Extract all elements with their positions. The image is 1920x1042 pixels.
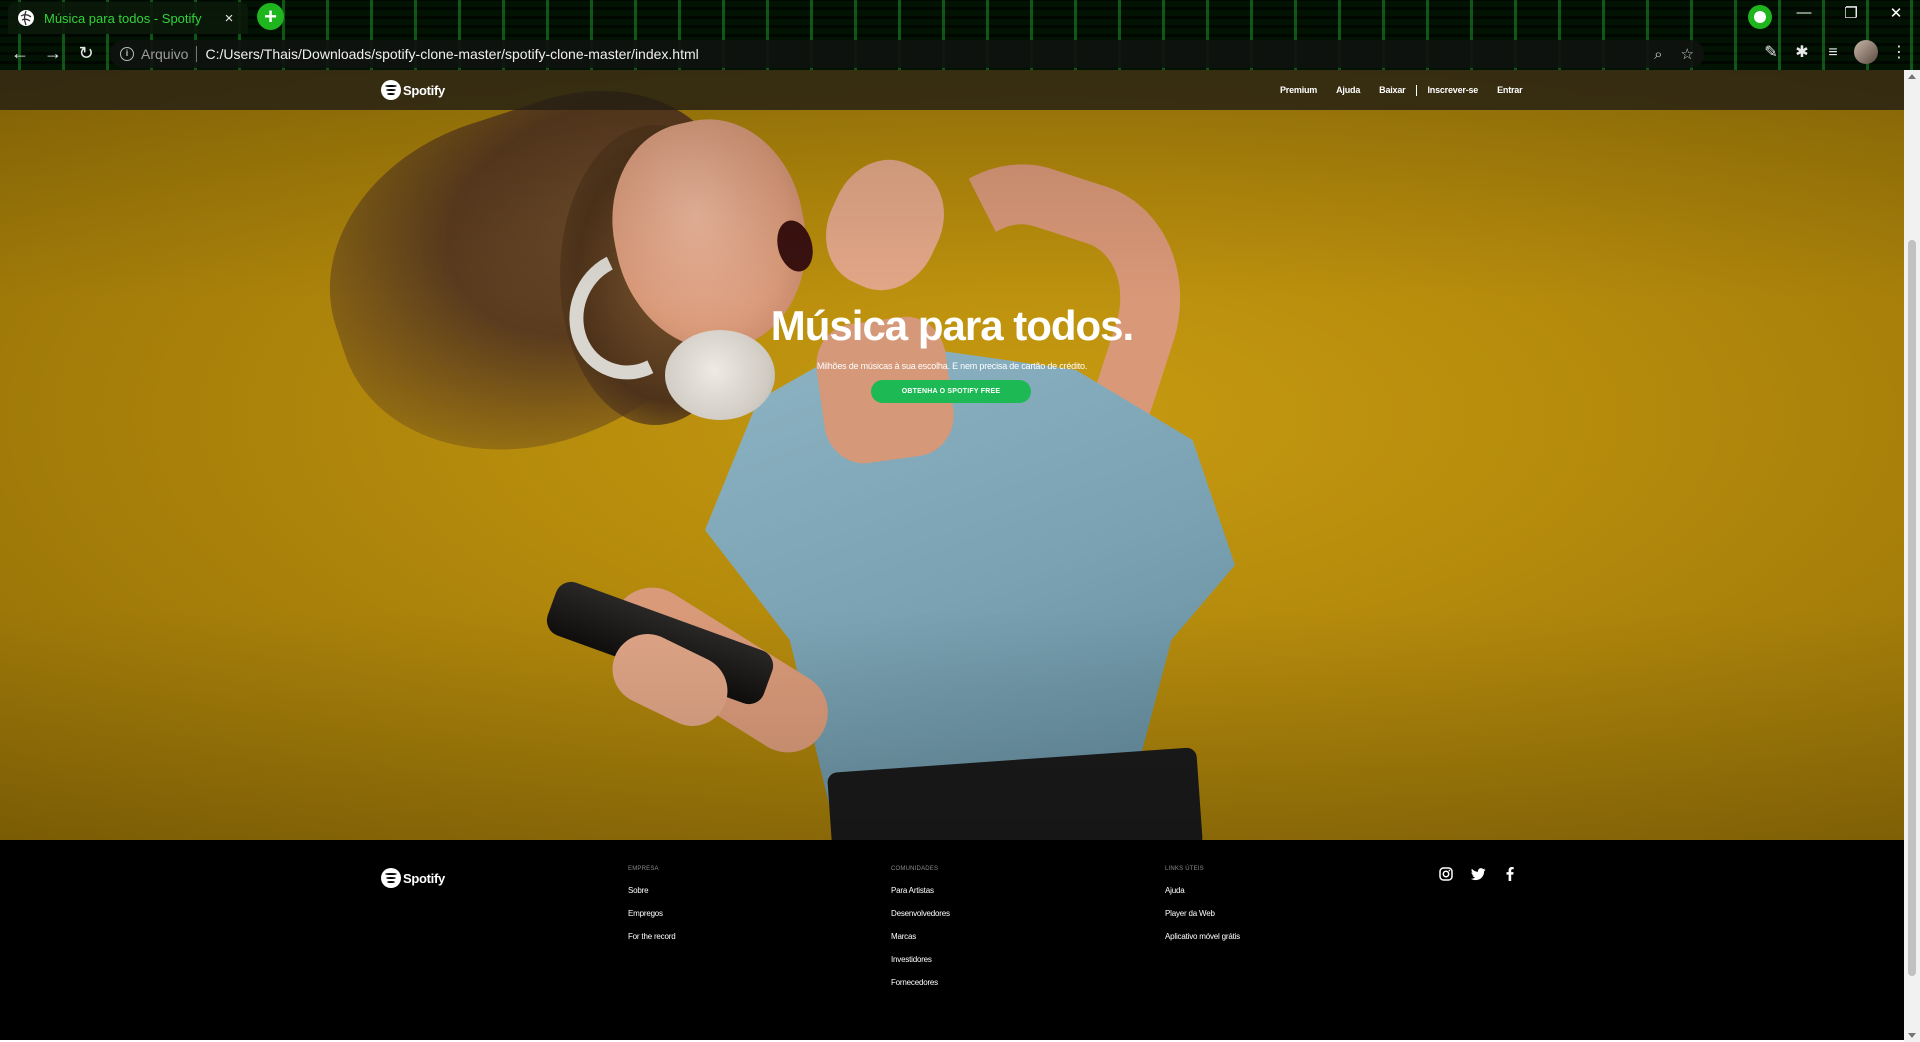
- hero-overlay: [0, 70, 1904, 840]
- forward-arrow-icon[interactable]: →: [41, 42, 65, 66]
- nav-divider: [1416, 84, 1418, 96]
- page-scrollbar[interactable]: [1904, 70, 1920, 1042]
- footer-link-fornecedores[interactable]: Fornecedores: [891, 978, 950, 987]
- footer-link-investidores[interactable]: Investidores: [891, 955, 950, 964]
- profile-avatar[interactable]: [1854, 40, 1878, 64]
- get-spotify-free-button[interactable]: OBTENHA O SPOTIFY FREE: [871, 380, 1031, 403]
- social-links: [1438, 866, 1534, 882]
- info-icon[interactable]: i: [120, 47, 134, 61]
- tab-close-icon[interactable]: ×: [220, 10, 238, 27]
- footer-link-for-the-record[interactable]: For the record: [628, 932, 676, 941]
- nav-baixar[interactable]: Baixar: [1379, 85, 1406, 95]
- nav-ajuda[interactable]: Ajuda: [1336, 85, 1360, 95]
- zoom-icon[interactable]: ⌕: [1654, 46, 1662, 63]
- minimize-button[interactable]: —: [1784, 4, 1824, 21]
- bookmark-star-icon[interactable]: ☆: [1681, 45, 1694, 63]
- nav-inscrever[interactable]: Inscrever-se: [1427, 85, 1478, 95]
- footer-link-empregos[interactable]: Empregos: [628, 909, 675, 918]
- back-arrow-icon[interactable]: ←: [8, 42, 32, 66]
- scroll-down-arrow-icon[interactable]: [1908, 1033, 1916, 1038]
- menu-kebab-icon[interactable]: ⋮: [1888, 42, 1910, 64]
- address-bar[interactable]: i Arquivo C:/Users/Thais/Downloads/spoti…: [110, 40, 1704, 68]
- footer-link-para-artistas[interactable]: Para Artistas: [891, 886, 950, 895]
- spotify-logo[interactable]: Spotify: [381, 80, 445, 100]
- address-scheme: Arquivo: [141, 46, 189, 62]
- new-tab-button[interactable]: +: [257, 3, 284, 30]
- site-navbar: Spotify Premium Ajuda Baixar Inscrever-s…: [0, 70, 1904, 110]
- globe-icon: [18, 10, 34, 26]
- site-footer: Spotify EMPRESA Sobre Empregos For the r…: [0, 840, 1904, 1042]
- footer-link-desenvolvedores[interactable]: Desenvolvedores: [891, 909, 950, 918]
- browser-chrome: Música para todos - Spotify × + — ❐ ✕ ← …: [0, 0, 1920, 70]
- facebook-icon[interactable]: [1502, 866, 1518, 882]
- scroll-up-arrow-icon[interactable]: [1908, 74, 1916, 79]
- hero-section: Spotify Premium Ajuda Baixar Inscrever-s…: [0, 70, 1904, 840]
- close-window-button[interactable]: ✕: [1876, 4, 1916, 22]
- browser-tab[interactable]: Música para todos - Spotify ×: [8, 2, 248, 34]
- footer-link-marcas[interactable]: Marcas: [891, 932, 950, 941]
- footer-logo-text: Spotify: [403, 870, 445, 886]
- spotify-icon: [381, 80, 401, 100]
- address-url[interactable]: C:/Users/Thais/Downloads/spotify-clone-m…: [205, 46, 1636, 62]
- tab-strip: Música para todos - Spotify × + — ❐ ✕: [0, 0, 1920, 34]
- footer-link-sobre[interactable]: Sobre: [628, 886, 675, 895]
- address-separator: [196, 46, 198, 62]
- hero-title: Música para todos.: [770, 302, 1134, 349]
- logo-text: Spotify: [403, 82, 445, 98]
- footer-heading: COMUNIDADES: [891, 866, 939, 872]
- footer-column-comunidades: COMUNIDADES Para Artistas Desenvolvedore…: [891, 866, 950, 1001]
- footer-link-aplicativo[interactable]: Aplicativo móvel grátis: [1165, 932, 1240, 941]
- reload-icon[interactable]: ↻: [74, 42, 98, 66]
- tab-title: Música para todos - Spotify: [44, 10, 202, 26]
- page-viewport: Spotify Premium Ajuda Baixar Inscrever-s…: [0, 70, 1904, 1042]
- nav-premium[interactable]: Premium: [1280, 85, 1317, 95]
- nav-links: Premium Ajuda Baixar Inscrever-se Entrar: [1280, 70, 1541, 110]
- puzzle-icon[interactable]: ✱: [1791, 42, 1813, 64]
- restore-button[interactable]: ❐: [1831, 4, 1871, 22]
- media-queue-icon[interactable]: ≡: [1822, 42, 1844, 64]
- footer-heading: LINKS ÚTEIS: [1165, 866, 1204, 872]
- footer-heading: EMPRESA: [628, 866, 659, 872]
- nav-entrar[interactable]: Entrar: [1497, 85, 1523, 95]
- extension-pen-icon[interactable]: ✎: [1760, 42, 1782, 64]
- footer-column-empresa: EMPRESA Sobre Empregos For the record: [628, 866, 676, 955]
- extension-badge-icon[interactable]: [1748, 5, 1772, 29]
- spotify-icon: [381, 868, 401, 888]
- scrollbar-thumb[interactable]: [1908, 240, 1916, 976]
- footer-column-links-uteis: LINKS ÚTEIS Ajuda Player da Web Aplicati…: [1165, 866, 1240, 955]
- footer-link-ajuda[interactable]: Ajuda: [1165, 886, 1240, 895]
- footer-spotify-logo[interactable]: Spotify: [381, 868, 445, 888]
- hero-subtitle: Milhões de músicas à sua escolha. E nem …: [816, 361, 1088, 371]
- twitter-icon[interactable]: [1470, 866, 1486, 882]
- footer-link-player-da-web[interactable]: Player da Web: [1165, 909, 1240, 918]
- instagram-icon[interactable]: [1438, 866, 1454, 882]
